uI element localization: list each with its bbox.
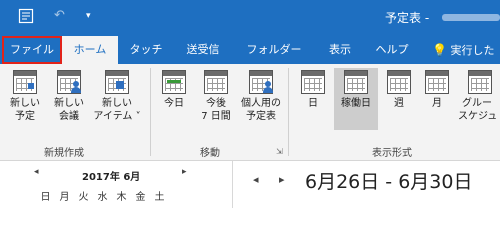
- tab-help[interactable]: ヘルプ: [368, 36, 416, 64]
- next-7-days-button[interactable]: 今後 7 日間: [196, 70, 236, 123]
- mini-calendar-header: ◂ 2017年 6月 ▸: [34, 167, 190, 183]
- group-label-go-to: 移動: [200, 148, 220, 159]
- go-to-today-icon: [162, 70, 186, 94]
- dialog-launcher-icon[interactable]: ⇲: [276, 147, 283, 156]
- new-appointment-icon: [13, 70, 37, 94]
- weekday-label: 水: [97, 192, 108, 203]
- week-view-button[interactable]: 週: [382, 70, 416, 110]
- weekday-label: 月: [59, 192, 70, 203]
- weekday-label: 日: [40, 192, 51, 203]
- title-bar: ↶ ▾ 予定表 -: [0, 0, 500, 36]
- lightbulb-icon: 💡: [432, 43, 447, 57]
- personal-calendar-icon: [249, 70, 273, 94]
- weekday-label: 火: [78, 192, 89, 203]
- day-view-button[interactable]: 日: [294, 70, 332, 110]
- new-appointment-button[interactable]: 新しい 予定: [4, 70, 46, 123]
- redacted-account: [442, 14, 500, 21]
- weekday-label: 土: [154, 192, 165, 203]
- tab-file[interactable]: ファイル: [2, 36, 62, 64]
- new-items-icon: [105, 70, 129, 94]
- month-view-icon: [425, 70, 449, 94]
- tell-me-box[interactable]: 💡 実行した: [432, 36, 500, 64]
- tab-home[interactable]: ホーム: [62, 36, 118, 64]
- tab-touch[interactable]: タッチ: [124, 36, 168, 64]
- group-separator: [288, 68, 289, 156]
- today-button[interactable]: 今日: [154, 70, 194, 110]
- tab-send-receive[interactable]: 送受信: [176, 36, 230, 64]
- personal-calendar-button[interactable]: 個人用の 予定表: [238, 70, 284, 123]
- new-meeting-button[interactable]: 新しい 会議: [48, 70, 90, 123]
- new-items-button[interactable]: 新しい アイテム ˅: [92, 70, 142, 123]
- window-title: 予定表 -: [385, 11, 430, 25]
- work-week-icon: [344, 70, 368, 94]
- undo-icon[interactable]: ↶: [54, 8, 65, 24]
- day-view-icon: [301, 70, 325, 94]
- next-period-icon[interactable]: ▸: [279, 173, 285, 186]
- schedule-view-button[interactable]: グルー スケジュ: [458, 70, 500, 123]
- tab-view[interactable]: 表示: [318, 36, 362, 64]
- weekday-label: 金: [135, 192, 146, 203]
- previous-period-icon[interactable]: ◂: [253, 173, 259, 186]
- calendar-pane: ◂ 2017年 6月 ▸ 日月火水木金土 ◂ ▸ 6月26日 - 6月30日: [0, 161, 500, 208]
- mini-calendar-prev-icon[interactable]: ◂: [34, 167, 39, 177]
- mini-calendar-weekdays: 日月火水木金土: [36, 188, 169, 203]
- tab-folder[interactable]: フォルダー: [242, 36, 306, 64]
- new-meeting-icon: [57, 70, 81, 94]
- mini-calendar-next-icon[interactable]: ▸: [182, 167, 187, 177]
- pane-divider: [232, 161, 233, 208]
- weekday-label: 木: [116, 192, 127, 203]
- work-week-view-button[interactable]: 稼働日: [334, 68, 378, 130]
- date-range-title: 6月26日 - 6月30日: [305, 171, 473, 193]
- schedule-view-icon: [468, 70, 492, 94]
- ribbon: 新しい 予定 新しい 会議 新しい アイテム ˅ 新規作成 今日 今後 7 日間 個人用…: [0, 64, 500, 161]
- group-label-arrange: 表示形式: [372, 148, 412, 159]
- ribbon-tab-bar: ファイル ホーム タッチ 送受信 フォルダー 表示 ヘルプ 💡 実行した: [0, 36, 500, 64]
- week-view-icon: [387, 70, 411, 94]
- group-label-new: 新規作成: [44, 148, 84, 159]
- month-view-button[interactable]: 月: [420, 70, 454, 110]
- mini-calendar-title: 2017年 6月: [82, 172, 141, 183]
- group-separator: [150, 68, 151, 156]
- chevron-down-icon[interactable]: ▾: [86, 8, 91, 24]
- next-7-days-icon: [204, 70, 228, 94]
- send-receive-icon[interactable]: [18, 8, 34, 29]
